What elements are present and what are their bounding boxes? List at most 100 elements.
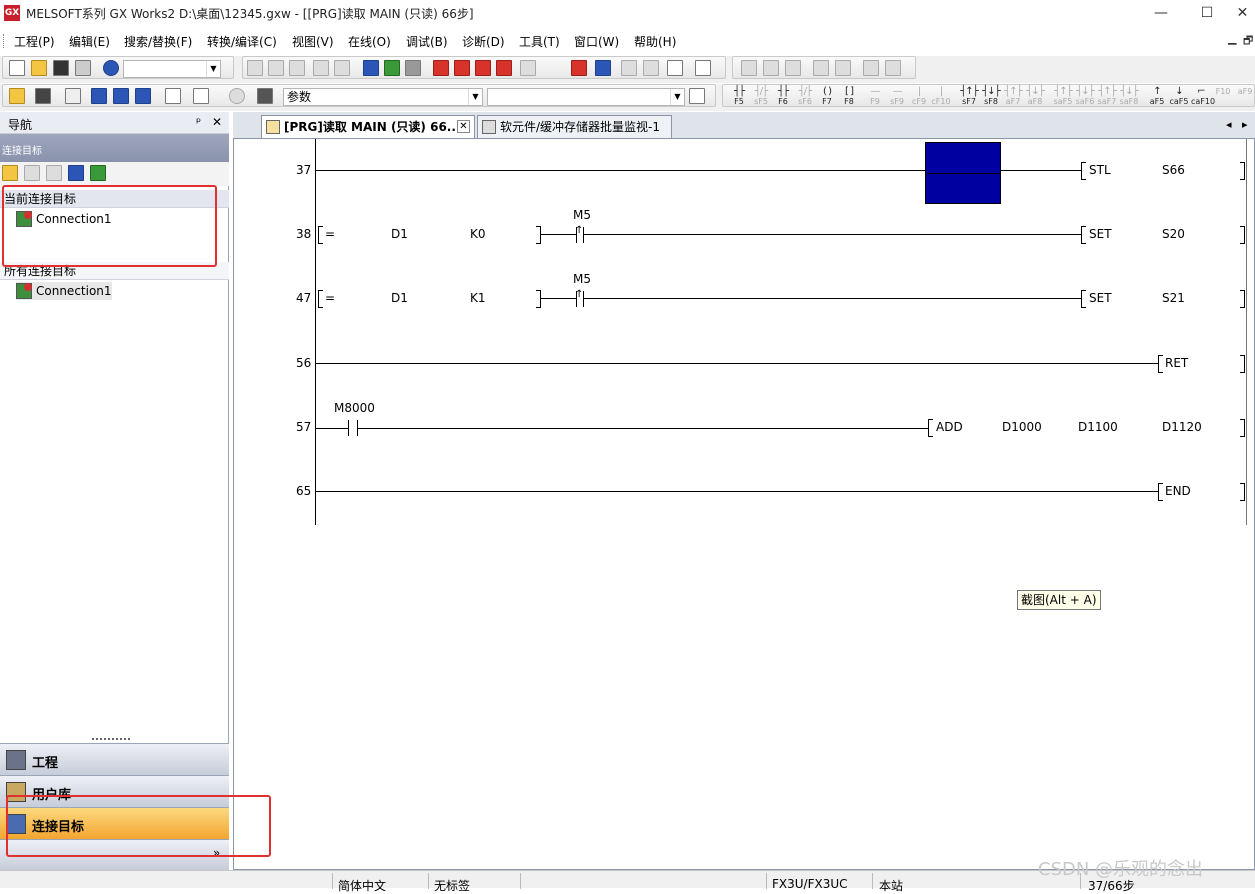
insert-column-icon[interactable] — [785, 60, 801, 76]
search-target-dropdown[interactable]: ▼ — [487, 88, 685, 106]
dev-grid-icon[interactable] — [135, 88, 151, 104]
menu-tools[interactable]: 工具(T) — [519, 33, 560, 50]
menu-help[interactable]: 帮助(H) — [634, 33, 676, 50]
menu-convert-compile[interactable]: 转换/编译(C) — [207, 33, 277, 50]
menu-window[interactable]: 窗口(W) — [574, 33, 619, 50]
search-dropdown[interactable]: 参数 ▼ — [283, 88, 483, 106]
pane-project[interactable]: 工程 — [0, 743, 229, 775]
monitor-start-icon[interactable] — [520, 60, 536, 76]
cut-icon[interactable] — [247, 60, 263, 76]
mdi-minimize-button[interactable]: ▁ — [1228, 32, 1236, 45]
fkey-af8[interactable]: ┤↓├ aF8 — [1025, 87, 1045, 107]
dev-comment-icon[interactable] — [113, 88, 129, 104]
device-batch-icon[interactable] — [405, 60, 421, 76]
copy-icon[interactable] — [268, 60, 284, 76]
mdi-restore-button[interactable]: 🗗 — [1243, 32, 1253, 51]
fkey-af7[interactable]: ┤↑├ aF7 — [1003, 87, 1023, 107]
fkey-caf10[interactable]: ⌐ caF10 — [1191, 87, 1215, 107]
all-connection-item[interactable]: Connection1 — [16, 282, 112, 300]
copy-connection-icon[interactable] — [24, 165, 40, 181]
splitter-grip[interactable] — [92, 738, 130, 742]
device-replace-icon[interactable] — [384, 60, 400, 76]
help-icon[interactable] — [103, 60, 119, 76]
tab-close-icon[interactable]: ✕ — [457, 120, 470, 133]
line-draw-icon[interactable] — [813, 60, 829, 76]
display-settings-icon[interactable] — [695, 60, 711, 76]
fkey-f5[interactable]: ┤├ F5 — [729, 87, 749, 107]
fkey-f10[interactable]: F10 — [1213, 87, 1233, 107]
statement-icon[interactable] — [885, 60, 901, 76]
binoculars-icon[interactable] — [257, 88, 273, 104]
tab-ladder-main[interactable]: [PRG]读取 MAIN (只读) 66... ✕ — [261, 115, 475, 138]
delete-row-icon[interactable] — [763, 60, 779, 76]
menu-diagnostics[interactable]: 诊断(D) — [462, 33, 505, 50]
refresh-icon[interactable] — [90, 165, 106, 181]
fkey-af9[interactable]: aF9 — [1235, 87, 1255, 107]
fkey-f7[interactable]: ( ) F7 — [817, 87, 837, 107]
dev-batch-monitor-icon[interactable] — [595, 60, 611, 76]
redo-icon[interactable] — [334, 60, 350, 76]
tab-scroll-right-icon[interactable]: ▸ — [1242, 118, 1248, 131]
question-icon[interactable] — [229, 88, 245, 104]
save-icon[interactable] — [53, 60, 69, 76]
tab-scroll-left-icon[interactable]: ◂ — [1226, 118, 1232, 131]
fkey-saf7[interactable]: ┤↑├ saF7 — [1097, 87, 1117, 107]
open-folder-icon[interactable] — [31, 60, 47, 76]
menu-view[interactable]: 视图(V) — [292, 33, 334, 50]
dev-monitor-icon[interactable] — [571, 60, 587, 76]
line-delete-icon[interactable] — [835, 60, 851, 76]
fkey-sf6[interactable]: ┤/├ sF6 — [795, 87, 815, 107]
device-search-icon[interactable] — [363, 60, 379, 76]
fkey-saf8[interactable]: ┤↓├ saF8 — [1119, 87, 1139, 107]
write-to-plc-icon[interactable] — [454, 60, 470, 76]
fkey-cf10[interactable]: | cF10 — [931, 87, 951, 107]
fkey-saf6[interactable]: ┤↓├ saF6 — [1075, 87, 1095, 107]
tab-device-monitor[interactable]: 软元件/缓冲存储器批量监视-1 — [477, 115, 672, 138]
new-file-icon[interactable] — [9, 60, 25, 76]
menu-edit[interactable]: 编辑(E) — [69, 33, 110, 50]
watch-icon[interactable] — [621, 60, 637, 76]
fkey-sf7[interactable]: ┤↑├ sF7 — [959, 87, 979, 107]
menu-project[interactable]: 工程(P) — [14, 33, 55, 50]
watch-view-icon[interactable] — [165, 88, 181, 104]
fkey-sf5[interactable]: ┤/├ sF5 — [751, 87, 771, 107]
fkey-f6[interactable]: ┤├ F6 — [773, 87, 793, 107]
fkey-cf9[interactable]: | cF9 — [909, 87, 929, 107]
menu-find-replace[interactable]: 搜索/替换(F) — [124, 33, 192, 50]
toolbar-dropdown-1[interactable]: ▼ — [123, 60, 221, 78]
sampling-icon[interactable] — [643, 60, 659, 76]
fkey-saf5[interactable]: ┤↑├ saF5 — [1053, 87, 1073, 107]
menu-debug[interactable]: 调试(B) — [406, 33, 448, 50]
output-window-icon[interactable] — [65, 88, 81, 104]
fkey-f9[interactable]: — F9 — [865, 87, 885, 107]
fkey-sf9[interactable]: — sF9 — [887, 87, 907, 107]
close-button[interactable]: ✕ — [1230, 0, 1255, 26]
remote-operation-icon[interactable] — [496, 60, 512, 76]
fkey-af5[interactable]: ↑ aF5 — [1147, 87, 1167, 107]
maximize-button[interactable]: ☐ — [1184, 0, 1230, 26]
nav-close-button[interactable]: ✕ — [212, 115, 222, 129]
read-from-plc-icon[interactable] — [433, 60, 449, 76]
insert-row-icon[interactable] — [741, 60, 757, 76]
comment-icon[interactable] — [863, 60, 879, 76]
pin-icon[interactable]: ᵖ — [196, 115, 201, 129]
new-connection-icon[interactable] — [2, 165, 18, 181]
module-icon[interactable] — [35, 88, 51, 104]
undo-icon[interactable] — [313, 60, 329, 76]
paste-connection-icon[interactable] — [46, 165, 62, 181]
fkey-caf5[interactable]: ↓ caF5 — [1169, 87, 1189, 107]
print-icon[interactable] — [75, 60, 91, 76]
dev-list-icon[interactable] — [91, 88, 107, 104]
online-data-icon[interactable] — [667, 60, 683, 76]
connection-info-icon[interactable] — [68, 165, 84, 181]
project-tree-icon[interactable] — [9, 88, 25, 104]
minimize-button[interactable]: — — [1138, 0, 1184, 26]
ladder-editor[interactable]: 37 STL S66 38 = D1 K0 M5 ↑ SET S20 47 = … — [233, 138, 1255, 870]
search-execute-icon[interactable] — [689, 88, 705, 104]
fkey-sf8[interactable]: ┤↓├ sF8 — [981, 87, 1001, 107]
fkey-f8[interactable]: [ ] F8 — [839, 87, 859, 107]
verify-plc-icon[interactable] — [475, 60, 491, 76]
paste-icon[interactable] — [289, 60, 305, 76]
menu-online[interactable]: 在线(O) — [348, 33, 391, 50]
find-options-icon[interactable] — [193, 88, 209, 104]
